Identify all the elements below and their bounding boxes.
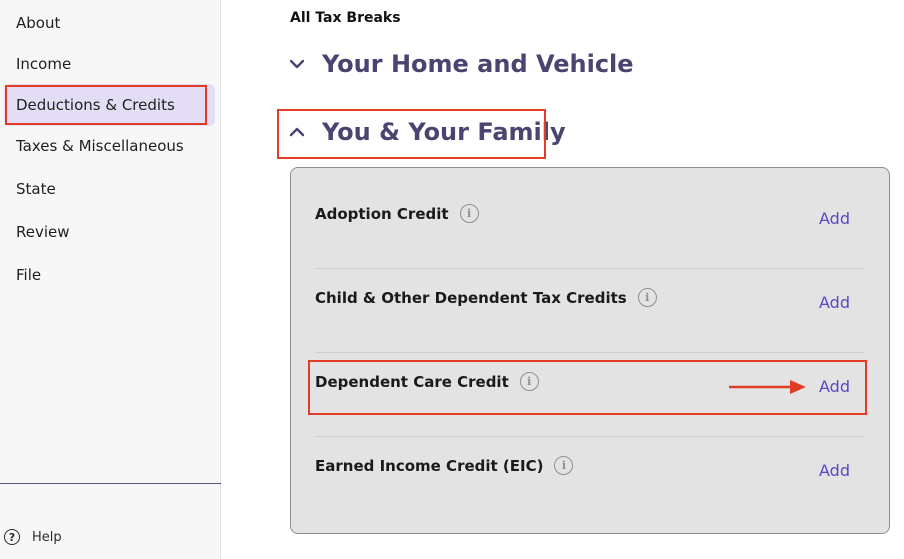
section-title: Your Home and Vehicle <box>322 50 634 78</box>
info-icon[interactable]: i <box>459 204 479 223</box>
add-adoption-credit-button[interactable]: Add <box>819 209 850 228</box>
highlight-box-family <box>277 109 546 159</box>
help-label: Help <box>32 529 62 545</box>
sidebar-divider <box>0 483 221 484</box>
credit-name: Child & Other Dependent Tax Credits <box>315 288 627 307</box>
highlight-box-deductions <box>5 85 207 125</box>
add-eic-credit-button[interactable]: Add <box>819 461 850 480</box>
credit-label-eic: Earned Income Credit (EIC) i <box>315 456 574 475</box>
chevron-down-icon <box>289 59 305 69</box>
question-circle-icon: ? <box>4 529 20 545</box>
add-child-dependent-credit-button[interactable]: Add <box>819 293 850 312</box>
credit-name: Adoption Credit <box>315 204 449 223</box>
sidebar-item-file[interactable]: File <box>16 266 41 284</box>
row-divider <box>315 268 864 269</box>
row-divider <box>315 352 864 353</box>
highlight-box-dependent-care <box>308 360 867 415</box>
breadcrumb: All Tax Breaks <box>290 10 401 26</box>
credit-label-adoption: Adoption Credit i <box>315 204 479 223</box>
sidebar-item-taxes-misc[interactable]: Taxes & Miscellaneous <box>16 137 184 155</box>
credit-name: Earned Income Credit (EIC) <box>315 456 544 475</box>
credit-label-child-dependent: Child & Other Dependent Tax Credits i <box>315 288 657 307</box>
info-icon[interactable]: i <box>554 456 574 475</box>
help-link[interactable]: ? Help <box>4 529 62 545</box>
sidebar-item-state[interactable]: State <box>16 180 56 198</box>
sidebar-item-review[interactable]: Review <box>16 223 70 241</box>
section-home-vehicle[interactable]: Your Home and Vehicle <box>288 50 634 78</box>
sidebar-nav: About Income Deductions & Credits Taxes … <box>0 0 221 559</box>
info-icon[interactable]: i <box>637 288 657 307</box>
row-divider <box>315 436 864 437</box>
sidebar-item-about[interactable]: About <box>16 14 60 32</box>
sidebar-item-income[interactable]: Income <box>16 55 71 73</box>
